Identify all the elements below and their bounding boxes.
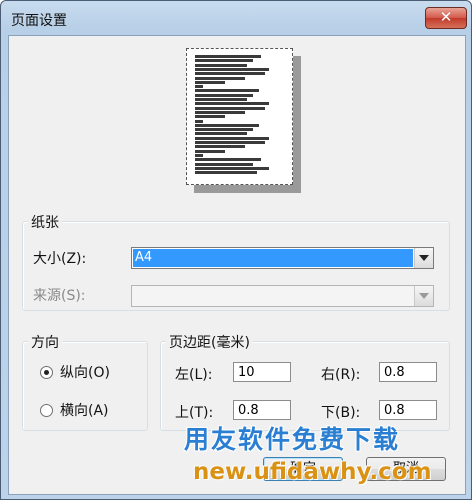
left-margin-input[interactable]: 10 <box>233 362 291 382</box>
preview-text-line <box>195 132 247 136</box>
preview-text-line <box>195 158 261 162</box>
preview-text-line <box>195 55 261 58</box>
preview-text-line <box>195 89 259 93</box>
chevron-down-icon <box>419 293 429 299</box>
portrait-radio[interactable] <box>40 366 53 379</box>
preview-text-line <box>195 93 253 97</box>
size-select-value: A4 <box>133 249 413 267</box>
portrait-label[interactable]: 纵向(O) <box>60 362 110 382</box>
preview-text-line <box>195 162 253 166</box>
size-dropdown-button[interactable] <box>414 248 433 268</box>
preview-text-line <box>195 123 259 127</box>
bottom-margin-label: 下(B): <box>321 405 361 421</box>
page-setup-dialog: 页面设置 ✕ 纸张 大小(Z): A4 来源(S): 方向 纵向(O) 横向(A… <box>0 0 472 500</box>
source-select[interactable] <box>131 285 434 307</box>
preview-text-line <box>195 166 269 170</box>
preview-text-line <box>195 102 269 106</box>
orientation-legend: 方向 <box>28 332 62 352</box>
title-bar[interactable]: 页面设置 ✕ <box>1 1 471 35</box>
landscape-radio[interactable] <box>40 404 53 417</box>
preview-text-line <box>195 153 203 157</box>
watermark-url: new.ufidawhy.com <box>193 459 432 485</box>
preview-text-line <box>195 67 269 71</box>
right-margin-label: 右(R): <box>321 367 361 383</box>
close-button[interactable]: ✕ <box>425 7 467 29</box>
preview-text-line <box>195 72 265 76</box>
source-label: 来源(S): <box>33 288 86 304</box>
chevron-down-icon <box>419 255 429 261</box>
paper-legend: 纸张 <box>28 212 62 232</box>
right-margin-input[interactable]: 0.8 <box>379 362 437 382</box>
close-icon: ✕ <box>439 8 453 26</box>
preview-text-line <box>195 80 225 84</box>
top-margin-input[interactable]: 0.8 <box>233 400 291 420</box>
dialog-title: 页面设置 <box>11 13 67 29</box>
source-select-value <box>133 287 413 305</box>
preview-text-line <box>195 136 269 140</box>
preview-text-line <box>195 110 245 114</box>
preview-text-line <box>195 171 257 175</box>
preview-text-line <box>195 85 203 89</box>
preview-text-line <box>195 128 253 132</box>
size-label: 大小(Z): <box>33 251 87 267</box>
size-select[interactable]: A4 <box>131 247 434 269</box>
preview-text-line <box>195 98 247 101</box>
watermark-title: 用友软件免费下载 <box>184 425 401 454</box>
left-margin-label: 左(L): <box>175 367 213 383</box>
preview-text-line <box>195 59 253 63</box>
top-margin-label: 上(T): <box>175 405 214 421</box>
preview-text-line <box>195 63 247 67</box>
bottom-margin-input[interactable]: 0.8 <box>379 400 437 420</box>
preview-text-line <box>195 115 225 119</box>
page-preview <box>186 48 293 185</box>
landscape-label[interactable]: 横向(A) <box>60 400 109 420</box>
preview-text-line <box>195 119 203 123</box>
margins-legend: 页边距(毫米) <box>166 332 253 352</box>
preview-text-line <box>195 76 245 80</box>
preview-text-line <box>195 145 245 149</box>
preview-text-line <box>195 149 225 153</box>
preview-text-line <box>195 141 265 144</box>
source-dropdown-button[interactable] <box>414 286 433 306</box>
preview-text-line <box>195 106 265 110</box>
